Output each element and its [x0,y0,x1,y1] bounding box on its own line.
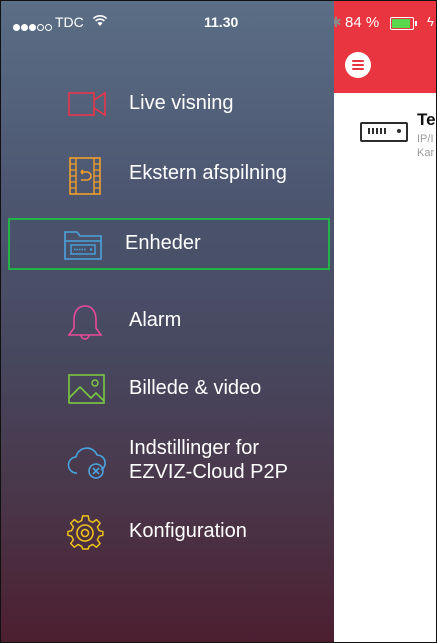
gear-icon [67,515,104,550]
device-extra: Kar [417,147,435,159]
cloud-settings-icon [67,445,106,479]
sidebar-item-label: Billede & video [129,377,262,399]
app-screen: ✱ 84 % ϟ Te IP/I Kar TDC 11.30 Live visn… [0,0,437,643]
charging-icon: ϟ [427,14,434,29]
sidebar-item-alarm[interactable]: Alarm [11,295,332,345]
sidebar-item-cloud-settings[interactable]: Indstillinger for EZVIZ-Cloud P2P [11,434,332,490]
sidebar-item-label: Enheder [125,232,201,254]
image-icon [67,372,105,406]
main-panel: ✱ 84 % ϟ Te IP/I Kar [330,1,436,642]
menu-button[interactable] [345,52,371,78]
sidebar-item-label: Indstillinger for EZVIZ-Cloud P2P [129,437,288,483]
wifi-icon [92,14,108,30]
video-camera-icon [67,87,106,121]
status-bar-right: ✱ 84 % ϟ [330,14,436,32]
carrier-name: TDC [55,14,84,30]
status-time: 11.30 [204,14,239,30]
sidebar-item-configuration[interactable]: Konfiguration [11,506,332,556]
battery-icon [390,17,417,30]
sidebar-item-devices[interactable]: Enheder [8,218,330,270]
device-type: IP/I [417,133,434,145]
sidebar-item-images-videos[interactable]: Billede & video [11,363,332,413]
sidebar-item-label: Konfiguration [129,520,247,542]
device-name: Te [417,110,436,129]
devices-folder-icon [63,228,102,262]
sidebar-item-label: Alarm [129,309,182,331]
main-header: ✱ 84 % ϟ [330,1,436,93]
film-playback-icon [67,157,103,195]
signal-strength-icon [13,18,53,34]
sidebar-drawer: TDC 11.30 Live visning Ekstern afspilnin… [1,1,334,642]
hamburger-icon [352,60,364,62]
nvr-icon [360,122,408,142]
status-bar-left: TDC 11.30 [13,14,334,32]
sidebar-item-label: Ekstern afspilning [129,162,287,184]
battery-percent: 84 % [345,14,380,31]
sidebar-item-live-view[interactable]: Live visning [11,78,332,128]
sidebar-item-label: Live visning [129,92,234,114]
sidebar-item-remote-playback[interactable]: Ekstern afspilning [11,148,332,198]
bell-icon [67,304,103,340]
device-list-item[interactable]: Te IP/I Kar [334,110,436,171]
